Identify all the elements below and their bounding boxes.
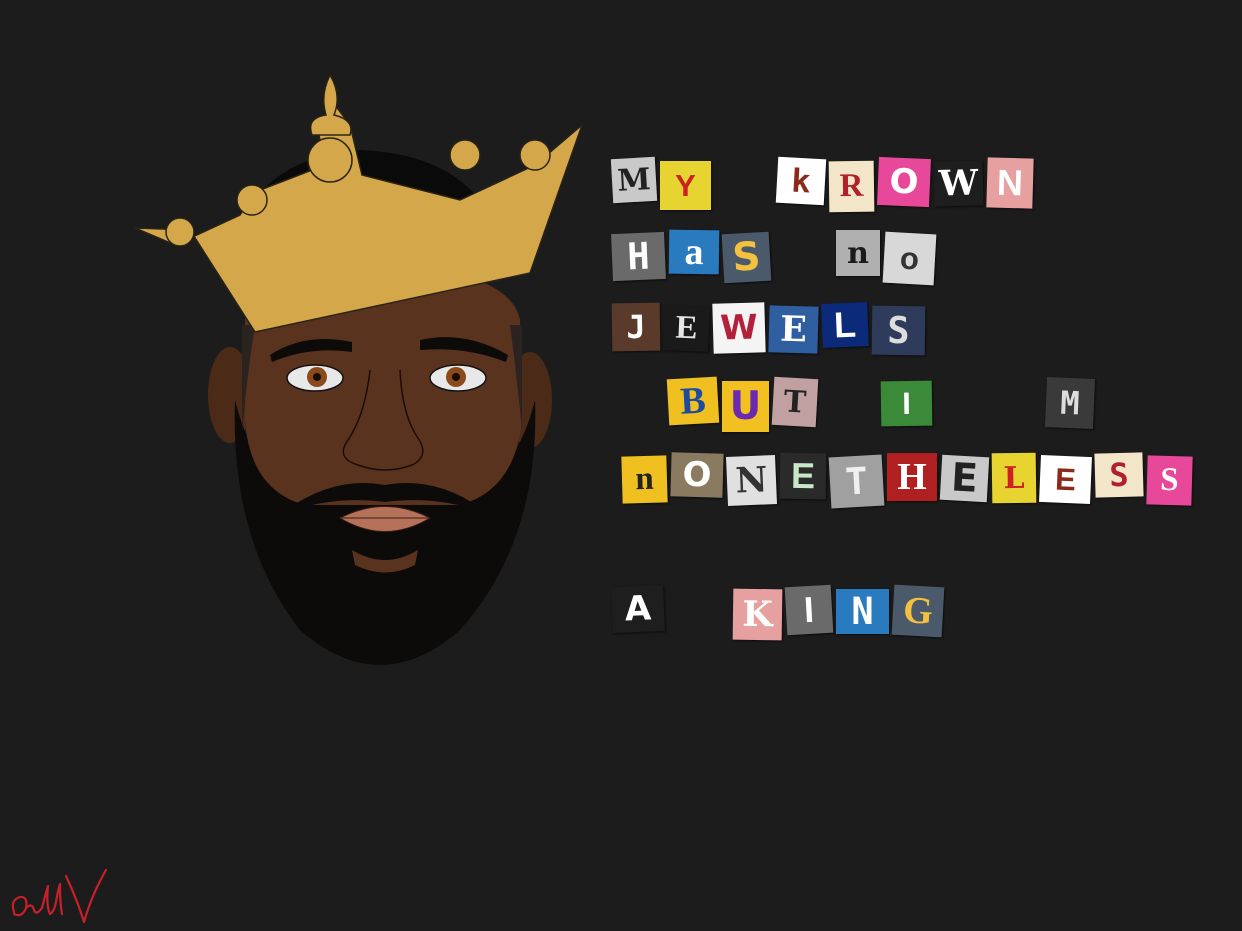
letter-tile: A bbox=[611, 584, 665, 634]
letter-tile: S bbox=[721, 231, 772, 284]
letter-tile: I bbox=[784, 584, 834, 636]
letter-tile: k bbox=[775, 156, 827, 206]
letter-tile: I bbox=[880, 380, 933, 427]
letter-tile: M bbox=[610, 156, 658, 204]
letter-tile: W bbox=[933, 160, 984, 207]
letter-tile: E bbox=[779, 452, 827, 500]
ransom-note-poem: MYkROWNHaSnoJEWELSBUTIMnONETHELESSAKING bbox=[0, 0, 1242, 931]
letter-tile: G bbox=[891, 584, 945, 638]
letter-tile: H bbox=[611, 231, 666, 282]
letter-tile: N bbox=[986, 157, 1034, 209]
letter-tile: K bbox=[732, 588, 783, 641]
letter-tile: S bbox=[1094, 452, 1144, 498]
letter-tile: S bbox=[1146, 455, 1193, 506]
letter-tile: o bbox=[882, 231, 937, 286]
letter-tile: N bbox=[725, 454, 778, 507]
letter-tile: H bbox=[887, 453, 937, 501]
letter-tile: O bbox=[877, 156, 931, 208]
letter-tile: R bbox=[828, 160, 875, 213]
letter-tile: N bbox=[836, 589, 889, 634]
letter-tile: O bbox=[670, 452, 724, 498]
letter-tile: J bbox=[611, 302, 661, 352]
letter-tile: E bbox=[663, 305, 710, 352]
letter-tile: W bbox=[712, 302, 766, 354]
letter-tile: S bbox=[871, 305, 926, 356]
letter-tile: n bbox=[836, 230, 880, 276]
letter-tile: L bbox=[821, 302, 869, 348]
letter-tile: B bbox=[666, 376, 720, 426]
letter-tile: E bbox=[768, 305, 819, 354]
letter-tile: Y bbox=[660, 161, 711, 210]
letter-tile: a bbox=[668, 229, 720, 275]
artist-signature bbox=[11, 868, 108, 924]
letter-tile: L bbox=[991, 452, 1037, 504]
letter-tile: E bbox=[1039, 454, 1092, 505]
letter-tile: U bbox=[722, 381, 769, 432]
artwork-canvas: MYkROWNHaSnoJEWELSBUTIMnONETHELESSAKING bbox=[0, 0, 1242, 931]
letter-tile: T bbox=[828, 454, 885, 509]
letter-tile: T bbox=[771, 376, 819, 428]
letter-tile: n bbox=[621, 455, 668, 504]
letter-tile: M bbox=[1044, 377, 1096, 429]
letter-tile: E bbox=[939, 454, 990, 503]
